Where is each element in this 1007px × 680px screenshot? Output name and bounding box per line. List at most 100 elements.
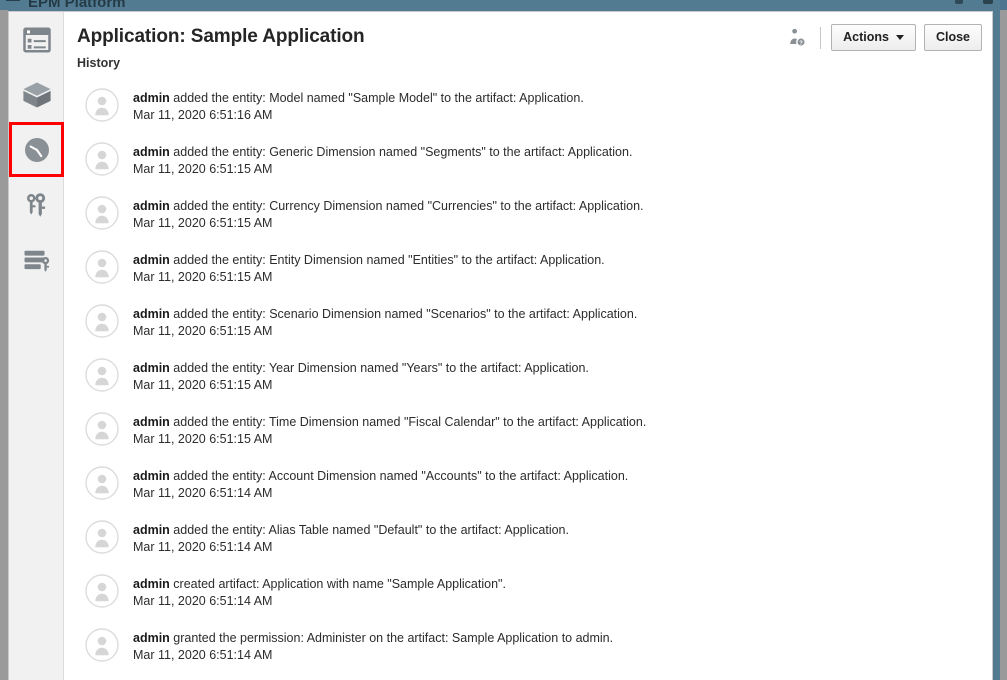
app-band-title: EPM Platform [28,0,126,10]
history-row-actor: admin [133,145,170,159]
history-row-description: added the entity: Alias Table named "Def… [169,523,569,537]
history-row[interactable]: admin created artifact: Application with… [65,564,992,618]
history-row-timestamp: Mar 11, 2020 6:51:14 AM [133,486,273,500]
app-chrome-band: EPM Platform [0,0,1007,10]
history-row-message: admin added the entity: Alias Table name… [133,522,569,538]
clock-history-icon [24,137,49,162]
avatar [85,142,119,176]
list-view-icon [22,27,51,52]
history-row-message: admin added the entity: Currency Dimensi… [133,198,644,214]
history-row[interactable]: admin granted the permission: Administer… [65,618,992,672]
avatar [85,304,119,338]
user-avatar-icon [85,412,119,446]
history-row-text: admin added the entity: Generic Dimensio… [133,138,632,177]
hamburger-icon[interactable] [6,0,20,1]
history-row-actor: admin [133,577,170,591]
history-row-description: added the entity: Scenario Dimension nam… [169,307,638,321]
history-row-text: admin added the entity: Time Dimension n… [133,408,646,447]
actions-button[interactable]: Actions [831,24,916,51]
sidebar-item-data-access[interactable] [9,232,64,287]
user-avatar-icon [85,358,119,392]
history-row[interactable]: admin added the entity: Alias Table name… [65,510,992,564]
icon-sidebar [9,12,64,680]
avatar [85,412,119,446]
history-row-message: admin added the entity: Account Dimensio… [133,468,628,484]
user-info-glyph-icon: ? [790,28,807,47]
history-row[interactable]: admin added the entity: Time Dimension n… [65,402,992,456]
history-row-description: added the entity: Generic Dimension name… [169,145,633,159]
user-info-icon[interactable]: ? [784,25,810,51]
avatar [85,574,119,608]
history-row[interactable]: admin added the entity: Model named "Sam… [65,78,992,132]
history-row-description: added the entity: Time Dimension named "… [169,415,647,429]
chevron-down-icon [895,34,904,40]
history-row-description: added the entity: Entity Dimension named… [169,253,605,267]
application-window: Application: Sample Application History … [8,11,993,680]
history-row-message: admin added the entity: Entity Dimension… [133,252,605,268]
history-row-description: granted the permission: Administer on th… [169,631,614,645]
history-row-text: admin added the entity: Currency Dimensi… [133,192,644,231]
history-row[interactable]: admin added the entity: Scenario Dimensi… [65,294,992,348]
header-divider [820,26,822,49]
history-row-text: admin created artifact: Application with… [133,570,506,609]
user-avatar-icon [85,628,119,662]
history-row-text: admin granted the permission: Administer… [133,624,613,663]
close-button-label: Close [935,30,970,44]
right-rail-cap [1000,0,1007,10]
sidebar-item-permissions[interactable] [9,177,64,232]
sidebar-item-history[interactable] [9,122,64,177]
keys-icon [26,192,45,217]
left-scrollbar[interactable] [0,10,8,680]
user-avatar-icon [85,466,119,500]
history-row-description: created artifact: Application with name … [169,577,506,591]
history-row-timestamp: Mar 11, 2020 6:51:14 AM [133,648,273,662]
content-panel: Application: Sample Application History … [65,12,992,680]
avatar [85,466,119,500]
avatar [85,520,119,554]
history-row-timestamp: Mar 11, 2020 6:51:15 AM [133,162,273,176]
history-row-timestamp: Mar 11, 2020 6:51:16 AM [133,108,273,122]
content-header: Application: Sample Application History … [65,12,992,78]
history-row[interactable]: admin added the entity: Currency Dimensi… [65,186,992,240]
history-row-message: admin added the entity: Time Dimension n… [133,414,646,430]
right-scrollbar[interactable] [1000,10,1007,680]
history-row-timestamp: Mar 11, 2020 6:51:15 AM [133,324,273,338]
history-row-message: admin created artifact: Application with… [133,576,506,592]
history-row[interactable]: admin added the entity: Account Dimensio… [65,456,992,510]
history-row[interactable]: admin added the entity: Entity Dimension… [65,240,992,294]
history-row-actor: admin [133,415,170,429]
avatar [85,88,119,122]
cube-icon [22,81,51,108]
history-row-text: admin added the entity: Account Dimensio… [133,462,628,501]
history-row-timestamp: Mar 11, 2020 6:51:15 AM [133,378,273,392]
history-list[interactable]: admin added the entity: Model named "Sam… [65,78,992,680]
history-row-actor: admin [133,307,170,321]
user-avatar-icon [85,196,119,230]
app-band-icon-secondary[interactable] [955,0,963,4]
history-row-message: admin added the entity: Generic Dimensio… [133,144,632,160]
svg-text:?: ? [799,40,803,46]
avatar [85,196,119,230]
user-avatar-icon [85,88,119,122]
history-row-timestamp: Mar 11, 2020 6:51:15 AM [133,270,273,284]
sidebar-item-cubes[interactable] [9,67,64,122]
history-row-message: admin added the entity: Model named "Sam… [133,90,584,106]
avatar [85,250,119,284]
app-band-icon-primary[interactable] [983,0,993,4]
history-row[interactable]: admin added the entity: Generic Dimensio… [65,132,992,186]
header-actions: ? Actions Close [784,24,982,51]
history-row[interactable]: admin added the entity: Year Dimension n… [65,348,992,402]
user-avatar-icon [85,304,119,338]
user-avatar-icon [85,142,119,176]
history-row-message: admin granted the permission: Administer… [133,630,613,646]
close-button[interactable]: Close [923,24,982,51]
history-row-actor: admin [133,631,170,645]
history-row-actor: admin [133,361,170,375]
history-row-text: admin added the entity: Model named "Sam… [133,84,584,123]
history-row-actor: admin [133,253,170,267]
screen: EPM Platform Application: Sample Applica… [0,0,1007,680]
history-row-actor: admin [133,523,170,537]
history-row-description: added the entity: Currency Dimension nam… [169,199,644,213]
history-row-message: admin added the entity: Scenario Dimensi… [133,306,637,322]
sidebar-item-dimensions[interactable] [9,12,64,67]
